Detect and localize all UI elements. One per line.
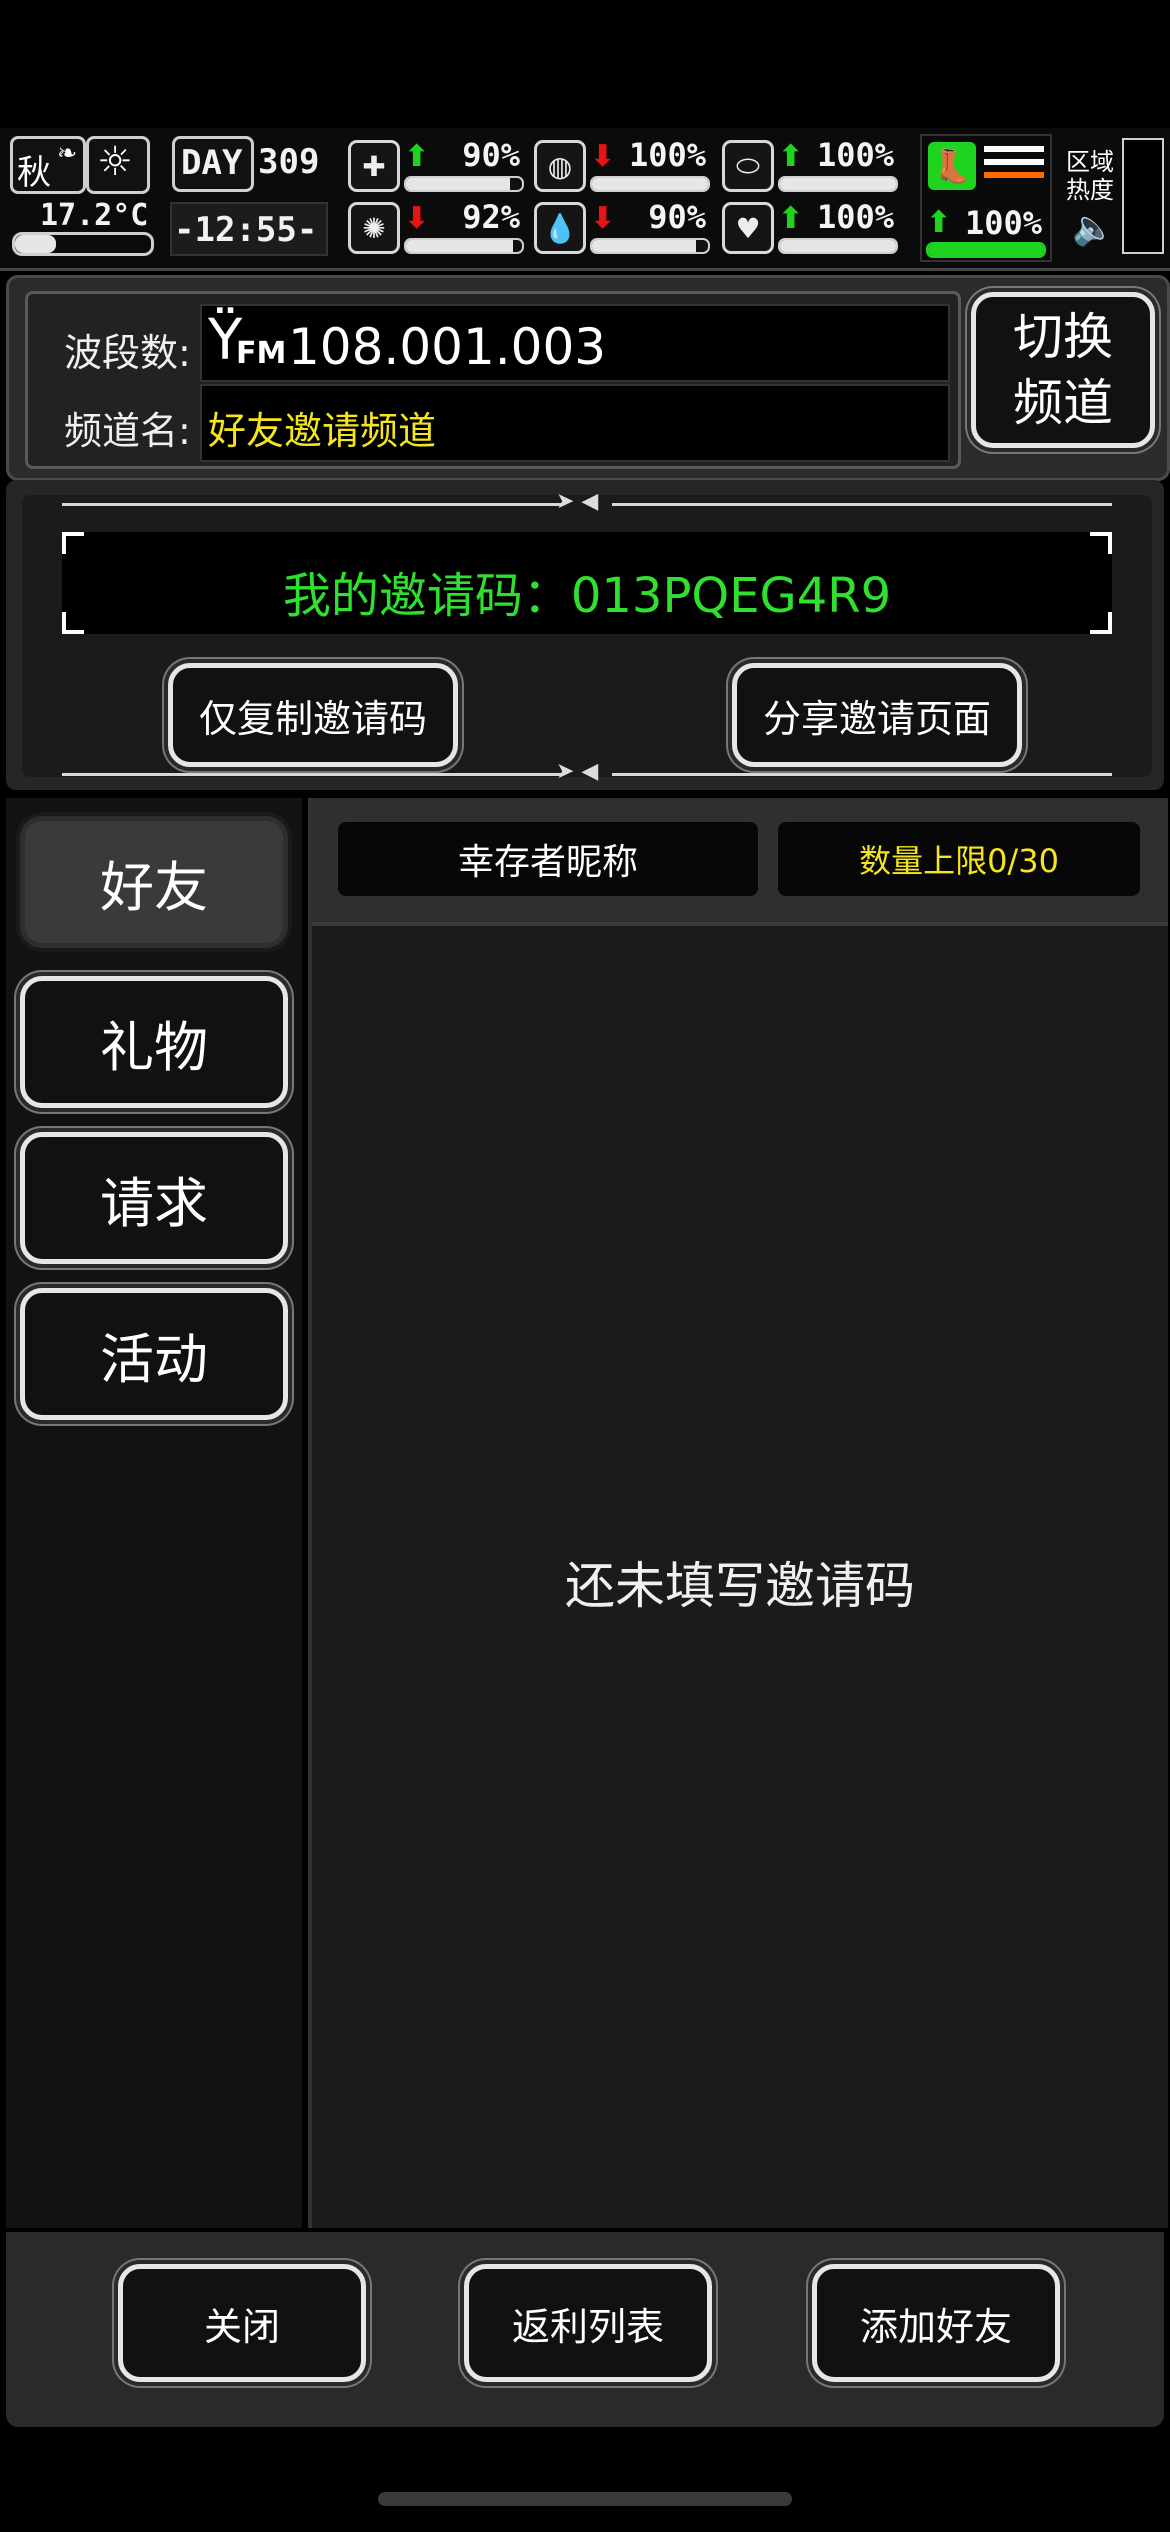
brain-icon: ✺ xyxy=(348,202,400,254)
friend-limit-label: 数量上限0/30 xyxy=(859,842,1059,880)
tab-friends[interactable]: 好友 xyxy=(20,816,288,948)
invite-code-text[interactable]: 我的邀请码：013PQEG4R9 xyxy=(62,556,1112,626)
nickname-column-header: 幸存者昵称 xyxy=(338,822,758,896)
medicine-bar xyxy=(778,176,898,192)
channel-panel: 波段数: Ÿ FM 108.001.003 频道名: 好友邀请频道 切换 频道 xyxy=(6,275,1170,481)
tab-requests[interactable]: 请求 xyxy=(20,1132,288,1264)
band-label: 波段数: xyxy=(64,331,191,375)
band-field: Ÿ FM 108.001.003 xyxy=(200,304,950,382)
tab-gifts[interactable]: 礼物 xyxy=(20,976,288,1108)
close-button[interactable]: 关闭 xyxy=(118,2264,366,2382)
tab-sidebar: 好友 礼物 请求 活动 xyxy=(6,798,302,2228)
rebate-list-button[interactable]: 返利列表 xyxy=(464,2264,712,2382)
sun-icon: ☼ xyxy=(97,139,133,185)
season-badge: 秋 ❧ xyxy=(10,136,86,194)
top-divider-arrows: ➤ ◀ xyxy=(556,489,599,514)
tab-gifts-label: 礼物 xyxy=(100,1015,208,1079)
health-value: 90% xyxy=(462,136,520,174)
friend-list-panel: 幸存者昵称 数量上限0/30 还未填写邀请码 xyxy=(308,798,1168,2228)
hunger-value: 100% xyxy=(628,136,706,174)
corner-tr xyxy=(1090,532,1112,554)
bottom-divider-left xyxy=(62,773,562,776)
friend-list-header: 幸存者昵称 数量上限0/30 xyxy=(312,798,1168,926)
friend-limit-header: 数量上限0/30 xyxy=(778,822,1140,896)
stat-hunger: ◍ ⬇ 100% xyxy=(534,136,720,196)
stamina-stripes xyxy=(984,146,1044,178)
tab-events[interactable]: 活动 xyxy=(20,1288,288,1420)
thirst-value: 90% xyxy=(648,198,706,236)
status-hud: 秋 ❧ ☼ 17.2°C DAY 309 -12:55- ✚ ⬆ 90% ◍ ⬇ 100%… xyxy=(0,128,1170,271)
day-counter: 309 xyxy=(258,142,320,182)
close-button-label: 关闭 xyxy=(203,2304,280,2349)
add-friend-button-label: 添加好友 xyxy=(859,2304,1012,2349)
stat-mood: ✺ ⬇ 92% xyxy=(348,198,534,258)
medkit-icon: ✚ xyxy=(348,140,400,192)
hunger-bar xyxy=(590,176,710,192)
top-divider-right xyxy=(612,503,1112,506)
stamina-value: 100% xyxy=(964,204,1042,242)
switch-channel-label: 切换 频道 xyxy=(1013,308,1113,432)
mood-value: 92% xyxy=(462,198,520,236)
day-label: DAY xyxy=(181,143,243,183)
stat-heart: ♥ ⬆ 100% xyxy=(722,198,908,258)
clock-panel: -12:55- xyxy=(170,202,328,256)
day-badge: DAY xyxy=(172,136,254,192)
tab-events-label: 活动 xyxy=(100,1327,208,1391)
region-heat-meter xyxy=(1122,138,1164,254)
band-value: 108.001.003 xyxy=(288,318,607,376)
leaf-icon: ❧ xyxy=(57,139,78,167)
add-friend-button[interactable]: 添加好友 xyxy=(812,2264,1060,2382)
empty-state-message: 还未填写邀请码 xyxy=(565,1557,915,1615)
medicine-value: 100% xyxy=(816,136,894,174)
heart-icon: ♥ xyxy=(722,202,774,254)
season-label: 秋 xyxy=(17,153,51,193)
footer-bar: 关闭 返利列表 添加好友 xyxy=(6,2232,1164,2427)
top-divider-left xyxy=(62,503,562,506)
stat-health: ✚ ⬆ 90% xyxy=(348,136,534,196)
stamina-panel: 👢 ⬆ 100% xyxy=(920,134,1052,262)
switch-channel-button[interactable]: 切换 频道 xyxy=(971,292,1155,448)
thermometer-icon xyxy=(12,232,154,256)
weather-badge: ☼ xyxy=(86,136,150,194)
mood-bar xyxy=(404,238,524,254)
corner-tl xyxy=(62,532,84,554)
copy-invite-code-button[interactable]: 仅复制邀请码 xyxy=(168,663,458,767)
invite-code-box: 我的邀请码：013PQEG4R9 xyxy=(62,532,1112,634)
invite-panel: ➤ ◀ 我的邀请码：013PQEG4R9 仅复制邀请码 分享邀请页面 ➤ ◀ xyxy=(6,480,1164,790)
invite-inner: ➤ ◀ 我的邀请码：013PQEG4R9 仅复制邀请码 分享邀请页面 ➤ ◀ xyxy=(22,489,1152,784)
temperature-readout: 17.2°C xyxy=(40,198,149,233)
copy-invite-code-label: 仅复制邀请码 xyxy=(198,696,427,741)
stomach-icon: ◍ xyxy=(534,140,586,192)
heart-bar xyxy=(778,238,898,254)
tab-requests-label: 请求 xyxy=(100,1171,208,1235)
health-bar xyxy=(404,176,524,192)
band-prefix: FM xyxy=(236,336,287,371)
channel-name-field: 好友邀请频道 xyxy=(200,384,950,462)
heart-value: 100% xyxy=(816,198,894,236)
tab-friends-label: 好友 xyxy=(100,855,208,919)
stamina-bar xyxy=(926,242,1046,258)
water-drop-icon: 💧 xyxy=(534,202,586,254)
boot-icon: 👢 xyxy=(928,142,976,190)
share-invite-page-button[interactable]: 分享邀请页面 xyxy=(732,663,1022,767)
channel-name-label: 频道名: xyxy=(64,409,191,453)
rebate-list-button-label: 返利列表 xyxy=(511,2304,664,2349)
nickname-column-label: 幸存者昵称 xyxy=(457,842,638,883)
speaker-icon[interactable]: 🔈 xyxy=(1072,208,1114,248)
home-indicator[interactable] xyxy=(378,2492,792,2506)
region-heat-label: 区域 热度 xyxy=(1066,148,1114,204)
share-invite-page-label: 分享邀请页面 xyxy=(762,696,991,741)
bottom-divider-right xyxy=(612,773,1112,776)
pill-icon: ⬭ xyxy=(722,140,774,192)
stat-thirst: 💧 ⬇ 90% xyxy=(534,198,720,258)
channel-info: 波段数: Ÿ FM 108.001.003 频道名: 好友邀请频道 xyxy=(25,291,961,469)
thirst-bar xyxy=(590,238,710,254)
channel-name-value: 好友邀请频道 xyxy=(208,409,437,453)
stat-medicine: ⬭ ⬆ 100% xyxy=(722,136,908,196)
clock-readout: -12:55- xyxy=(174,210,318,250)
bottom-divider-arrows: ➤ ◀ xyxy=(556,759,599,784)
